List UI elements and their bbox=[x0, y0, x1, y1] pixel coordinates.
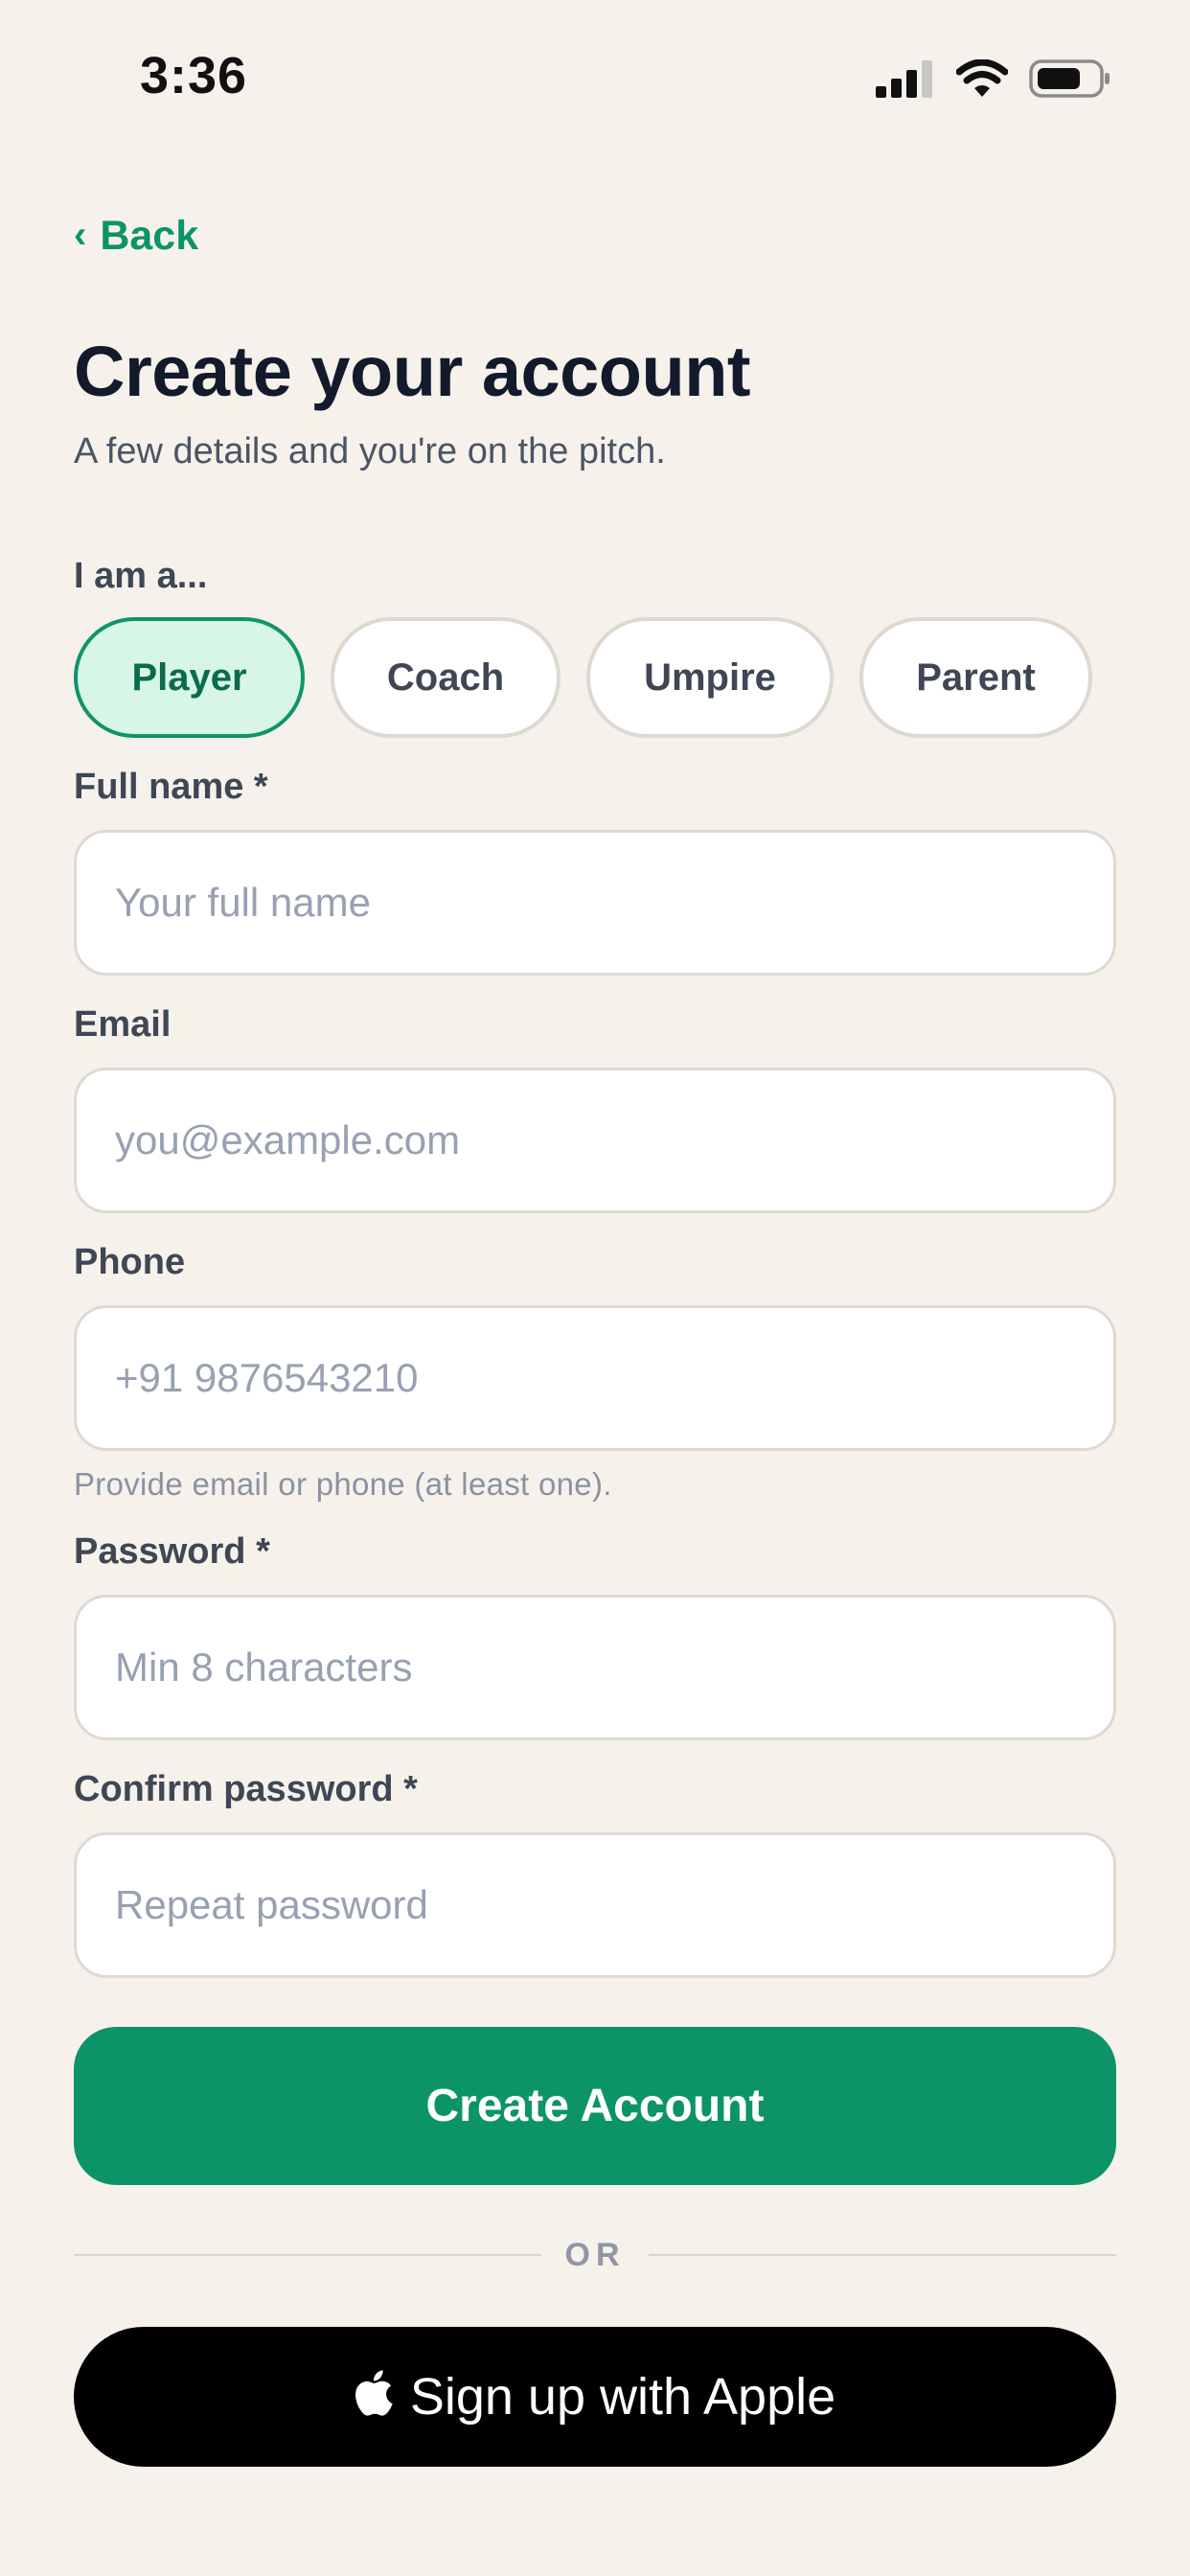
password-input[interactable] bbox=[74, 1595, 1116, 1740]
role-chip-umpire[interactable]: Umpire bbox=[586, 617, 834, 738]
apple-signup-button[interactable]: Sign up with Apple bbox=[74, 2327, 1116, 2467]
status-icons bbox=[876, 56, 1111, 102]
full-name-label: Full name * bbox=[74, 767, 268, 807]
or-text: OR bbox=[564, 2237, 626, 2273]
phone-input[interactable] bbox=[74, 1305, 1116, 1451]
role-label: I am a... bbox=[74, 556, 208, 596]
back-label: Back bbox=[100, 213, 199, 259]
apple-icon bbox=[355, 2370, 393, 2416]
signup-screen: 3:36 ‹ Back Create your account A few de… bbox=[0, 0, 1190, 2576]
battery-icon bbox=[1029, 59, 1110, 98]
or-divider: OR bbox=[74, 2233, 1116, 2277]
wifi-icon bbox=[956, 59, 1008, 97]
phone-label: Phone bbox=[74, 1242, 186, 1282]
confirm-password-label: Confirm password * bbox=[74, 1769, 418, 1809]
signal-icon bbox=[876, 60, 932, 98]
divider-line-right bbox=[649, 2254, 1116, 2256]
role-selector: Player Coach Umpire Parent bbox=[74, 617, 1118, 738]
confirm-password-input[interactable] bbox=[74, 1832, 1116, 1978]
full-name-input[interactable] bbox=[74, 830, 1116, 976]
role-chip-parent[interactable]: Parent bbox=[859, 617, 1092, 738]
divider-line-left bbox=[74, 2254, 541, 2256]
status-time: 3:36 bbox=[140, 47, 248, 104]
role-chip-player[interactable]: Player bbox=[74, 617, 305, 738]
role-chip-coach[interactable]: Coach bbox=[331, 617, 561, 738]
apple-signup-label: Sign up with Apple bbox=[409, 2368, 836, 2426]
contact-hint: Provide email or phone (at least one). bbox=[74, 1466, 612, 1502]
page-title: Create your account bbox=[74, 332, 751, 411]
chevron-left-icon: ‹ bbox=[74, 213, 87, 256]
password-label: Password * bbox=[74, 1531, 270, 1572]
page-subtitle: A few details and you're on the pitch. bbox=[74, 431, 666, 472]
back-button[interactable]: ‹ Back bbox=[74, 213, 198, 260]
status-bar: 3:36 bbox=[0, 0, 1190, 158]
create-account-button[interactable]: Create Account bbox=[74, 2027, 1116, 2185]
email-input[interactable] bbox=[74, 1068, 1116, 1213]
email-label: Email bbox=[74, 1004, 172, 1045]
